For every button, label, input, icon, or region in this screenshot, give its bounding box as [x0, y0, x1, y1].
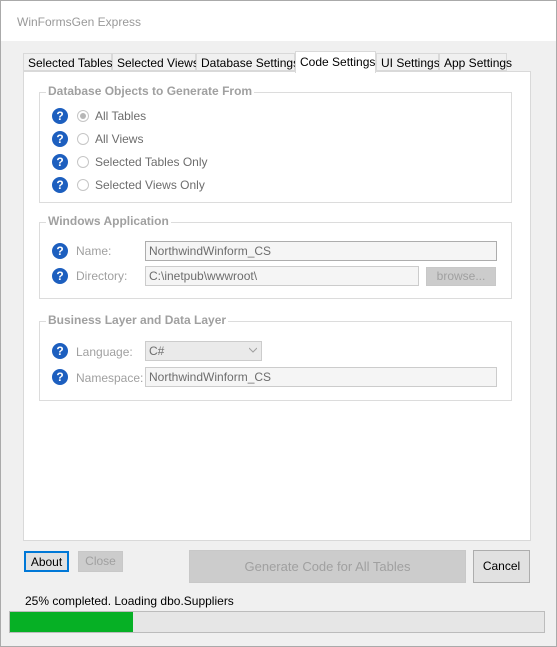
language-label: Language:: [76, 345, 133, 359]
name-label: Name:: [76, 244, 112, 258]
selected-tables-only-label[interactable]: Selected Tables Only: [95, 155, 208, 169]
windows-app-group-title: Windows Application: [46, 214, 171, 228]
all-tables-label[interactable]: All Tables: [95, 109, 146, 123]
help-icon[interactable]: ?: [52, 131, 68, 147]
about-button[interactable]: About: [24, 551, 69, 572]
help-icon[interactable]: ?: [52, 154, 68, 170]
language-value: C#: [149, 344, 165, 358]
progress-fill: [10, 612, 133, 632]
title-bar[interactable]: WinFormsGen Express: [1, 1, 556, 41]
status-text: 25% completed. Loading dbo.Suppliers: [25, 594, 234, 608]
tab-database-settings[interactable]: Database Settings: [196, 53, 299, 71]
help-icon[interactable]: ?: [52, 268, 68, 284]
window-title: WinFormsGen Express: [17, 15, 142, 29]
close-button[interactable]: Close: [78, 551, 123, 572]
directory-label: Directory:: [76, 269, 128, 283]
windows-app-group: Windows Application ? Name: NorthwindWin…: [39, 214, 512, 299]
help-icon[interactable]: ?: [52, 343, 68, 359]
namespace-field[interactable]: NorthwindWinform_CS: [145, 367, 497, 387]
business-layer-group-title: Business Layer and Data Layer: [46, 313, 229, 327]
tab-selected-views[interactable]: Selected Views: [112, 53, 199, 71]
tab-code-settings[interactable]: Code Settings: [295, 51, 376, 73]
selected-views-only-radio[interactable]: [77, 179, 89, 191]
generate-code-button[interactable]: Generate Code for All Tables: [189, 550, 466, 583]
all-views-radio[interactable]: [77, 133, 89, 145]
db-objects-group-title: Database Objects to Generate From: [46, 84, 255, 98]
browse-button[interactable]: browse...: [426, 267, 496, 286]
progress-bar: [9, 611, 545, 633]
business-layer-group: Business Layer and Data Layer ? Language…: [39, 313, 512, 401]
chevron-down-icon: [249, 347, 257, 353]
directory-field[interactable]: C:\inetpub\wwwroot\: [145, 266, 419, 286]
tab-ui-settings[interactable]: UI Settings: [376, 53, 440, 71]
tab-app-settings[interactable]: App Settings: [439, 53, 512, 71]
code-settings-panel: Database Objects to Generate From ? All …: [23, 71, 531, 541]
help-icon[interactable]: ?: [52, 177, 68, 193]
cancel-button[interactable]: Cancel: [473, 550, 530, 583]
all-tables-radio[interactable]: [77, 110, 89, 122]
namespace-label: Namespace:: [76, 371, 144, 385]
help-icon[interactable]: ?: [52, 243, 68, 259]
all-views-label[interactable]: All Views: [95, 132, 143, 146]
app-window: WinFormsGen Express Selected Tables Sele…: [0, 0, 557, 647]
tab-selected-tables[interactable]: Selected Tables: [23, 53, 113, 71]
selected-tables-only-radio[interactable]: [77, 156, 89, 168]
name-field[interactable]: NorthwindWinform_CS: [145, 241, 497, 261]
help-icon[interactable]: ?: [52, 108, 68, 124]
db-objects-group: Database Objects to Generate From ? All …: [39, 84, 512, 203]
help-icon[interactable]: ?: [52, 369, 68, 385]
selected-views-only-label[interactable]: Selected Views Only: [95, 178, 205, 192]
language-select[interactable]: C#: [145, 341, 262, 361]
